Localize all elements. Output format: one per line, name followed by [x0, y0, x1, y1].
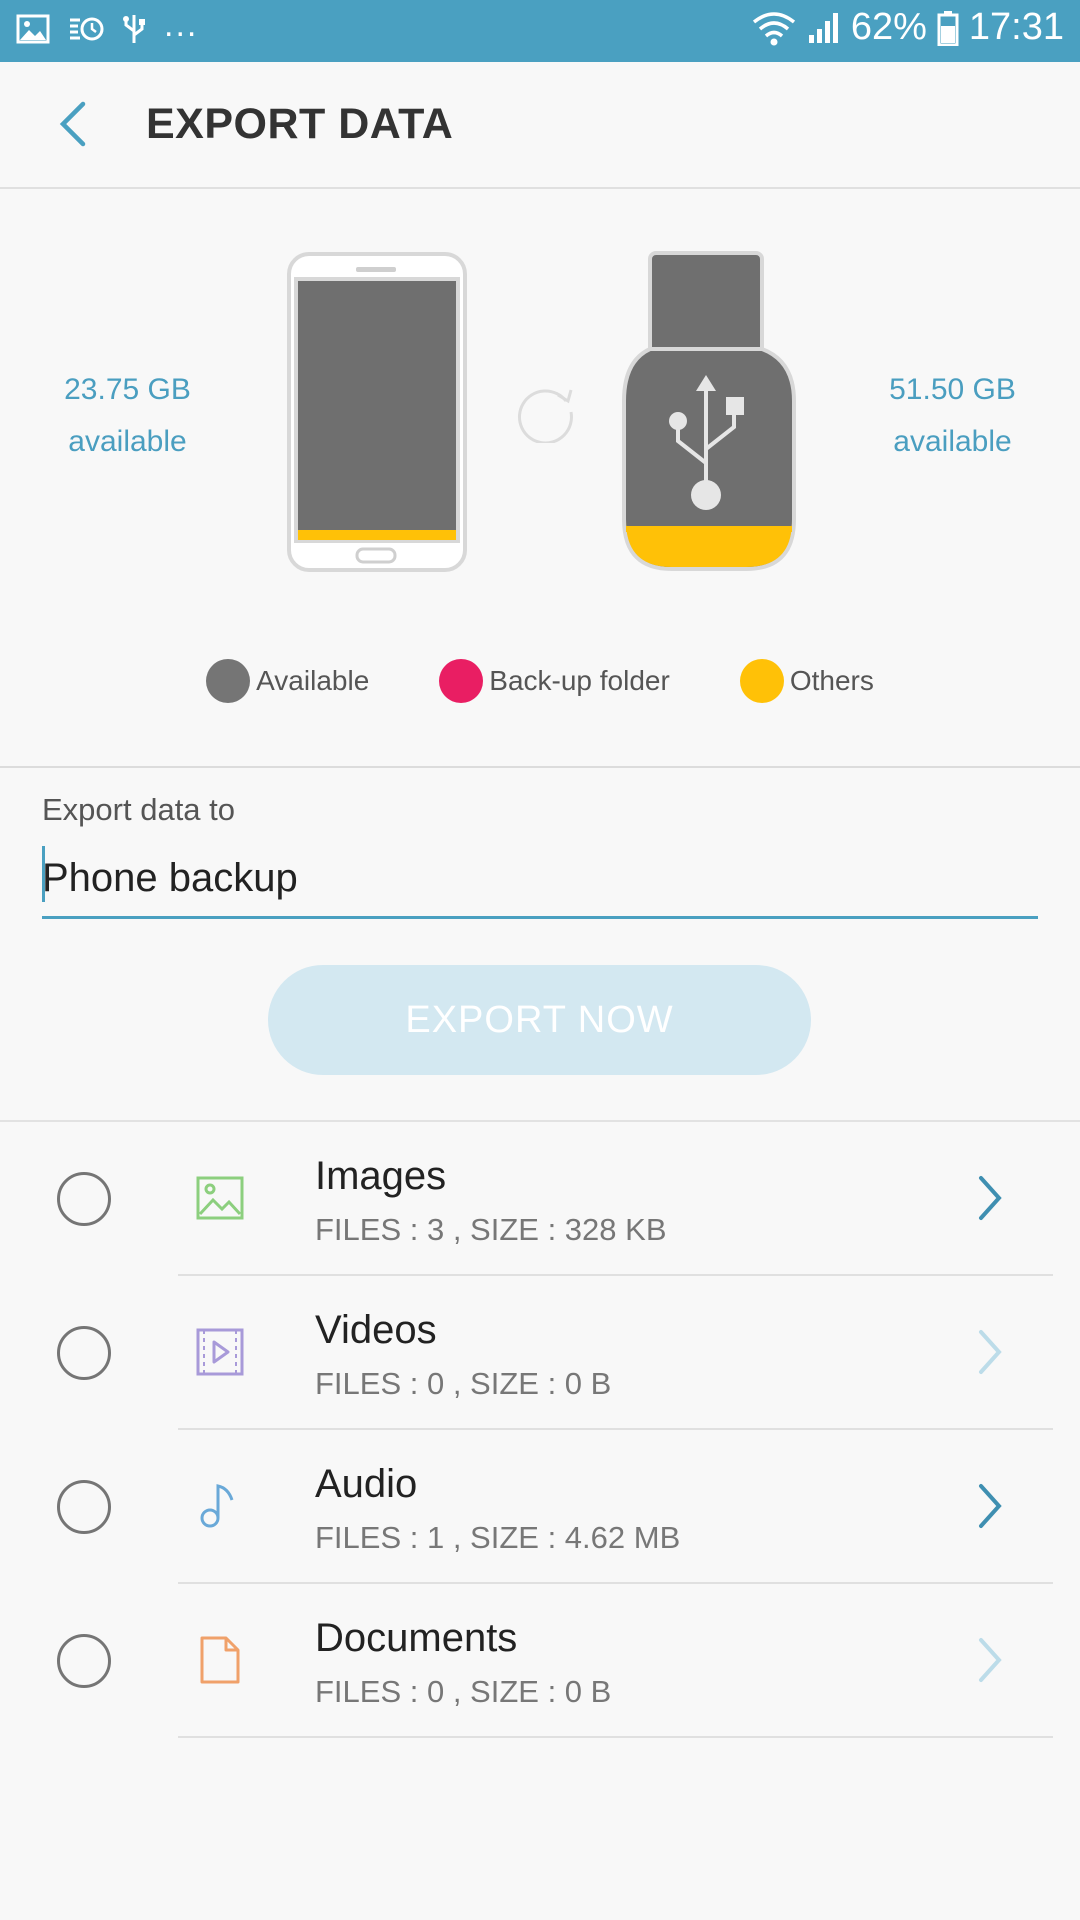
legend-label-available: Available: [256, 665, 370, 696]
image-icon: [196, 1176, 244, 1220]
sync-notification-icon: [70, 17, 104, 40]
legend-dot-backup-folder: [439, 659, 484, 703]
images-chevron-right-icon[interactable]: [975, 1174, 1005, 1222]
battery-icon: [937, 10, 959, 46]
documents-chevron-right-icon[interactable]: [975, 1636, 1005, 1684]
list-item-videos[interactable]: Videos FILES : 0 , SIZE : 0 B: [0, 1276, 1080, 1430]
storage-overview: 23.75 GB available 51.50 GB available Av…: [0, 189, 1080, 767]
images-title: Images: [315, 1154, 447, 1198]
videos-file-info: FILES : 0 , SIZE : 0 B: [315, 1366, 612, 1401]
audio-file-info: FILES : 1 , SIZE : 4.62 MB: [315, 1520, 681, 1555]
export-destination-label: Export data to: [42, 792, 236, 827]
export-now-button[interactable]: EXPORT NOW: [268, 965, 811, 1075]
music-note-icon: [200, 1484, 234, 1528]
documents-file-info: FILES : 0 , SIZE : 0 B: [315, 1674, 612, 1709]
legend-dot-others: [739, 659, 784, 703]
legend-label-others: Others: [789, 665, 874, 696]
system-status: 62% 17:31: [751, 6, 1064, 49]
phone-available-caption: available: [68, 425, 187, 458]
wifi-icon: [752, 11, 795, 45]
documents-title: Documents: [315, 1616, 518, 1660]
back-button[interactable]: [40, 92, 104, 156]
videos-title: Videos: [315, 1308, 437, 1352]
storage-legend: Available Back-up folder Others: [0, 659, 1080, 703]
back-arrow-icon: [59, 101, 86, 147]
list-item-documents[interactable]: Documents FILES : 0 , SIZE : 0 B: [0, 1584, 1080, 1738]
notification-icons: ...: [16, 6, 198, 45]
audio-title: Audio: [315, 1462, 418, 1506]
battery-percent: 62%: [850, 6, 927, 48]
phone-storage-icon: [287, 252, 467, 572]
audio-chevron-right-icon[interactable]: [975, 1482, 1005, 1530]
usb-available-caption: available: [893, 425, 1012, 458]
documents-radio-button[interactable]: [57, 1634, 111, 1688]
phone-available-amount: 23.75 GB: [64, 373, 191, 406]
text-cursor: [42, 846, 45, 902]
app-bar: EXPORT DATA: [0, 62, 1080, 189]
images-radio-button[interactable]: [57, 1172, 111, 1226]
status-bar: ... 62% 17:31: [0, 0, 1080, 62]
videos-chevron-right-icon[interactable]: [975, 1328, 1005, 1376]
list-item-images[interactable]: Images FILES : 3 , SIZE : 328 KB: [0, 1122, 1080, 1276]
images-file-info: FILES : 3 , SIZE : 328 KB: [315, 1212, 667, 1247]
document-icon: [200, 1636, 240, 1684]
gallery-notification-icon: [16, 14, 50, 43]
row-divider: [178, 1736, 1053, 1738]
legend-item-others: Others: [739, 659, 874, 703]
usb-available-amount: 51.50 GB: [889, 373, 1016, 406]
page-title: EXPORT DATA: [146, 100, 454, 148]
list-item-audio[interactable]: Audio FILES : 1 , SIZE : 4.62 MB: [0, 1430, 1080, 1584]
legend-item-available: Available: [206, 659, 369, 703]
clock: 17:31: [968, 6, 1064, 48]
export-destination-input[interactable]: [42, 840, 1038, 919]
more-notifications-indicator: ...: [164, 6, 199, 44]
signal-icon: [808, 12, 838, 43]
sync-icon: [518, 389, 573, 443]
videos-radio-button[interactable]: [57, 1326, 111, 1380]
legend-label-backup-folder: Back-up folder: [489, 665, 670, 696]
section-divider: [0, 766, 1080, 768]
video-icon: [196, 1328, 244, 1376]
usb-available-storage: 51.50 GB available: [865, 364, 1040, 468]
audio-radio-button[interactable]: [57, 1480, 111, 1534]
usb-notification-icon: [123, 14, 145, 43]
usb-drive-storage-icon: [622, 251, 796, 571]
phone-available-storage: 23.75 GB available: [40, 364, 215, 468]
legend-dot-available: [206, 659, 251, 703]
legend-item-backup-folder: Back-up folder: [439, 659, 670, 703]
category-list: Images FILES : 3 , SIZE : 328 KB Videos …: [0, 1122, 1080, 1738]
